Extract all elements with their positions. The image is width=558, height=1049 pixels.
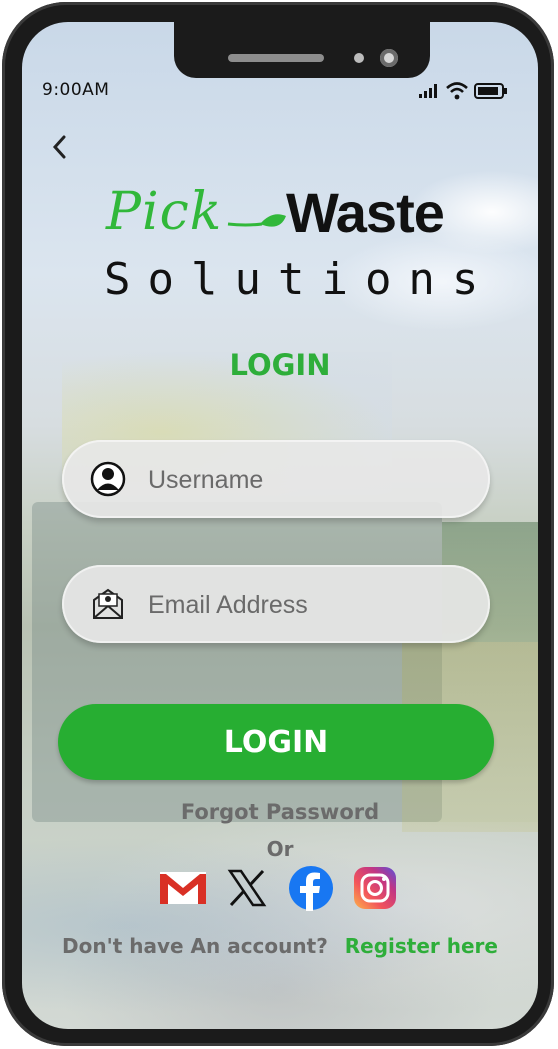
leaf-icon xyxy=(226,212,288,238)
logo-pick: Pick xyxy=(106,182,223,242)
username-field[interactable] xyxy=(62,440,490,518)
login-button[interactable]: LOGIN xyxy=(58,704,494,780)
page-title: LOGIN xyxy=(229,348,331,382)
email-field[interactable] xyxy=(62,565,490,643)
email-input[interactable] xyxy=(146,583,470,627)
notch xyxy=(174,22,430,78)
phone-frame: 9:00AM Pick Waste Solutions LOGIN Userna… xyxy=(2,2,554,1046)
facebook-icon[interactable] xyxy=(286,864,336,912)
mail-icon xyxy=(90,586,126,622)
wifi-icon xyxy=(446,82,468,104)
gmail-icon[interactable] xyxy=(158,864,208,912)
chevron-left-icon xyxy=(52,135,66,159)
battery-icon xyxy=(474,83,508,103)
signal-icon xyxy=(418,83,440,103)
sensor xyxy=(354,53,364,63)
forgot-password-link[interactable]: Forgot Password xyxy=(22,800,538,824)
front-camera xyxy=(380,49,398,67)
logo-solutions: Solutions xyxy=(104,254,496,305)
screen: 9:00AM Pick Waste Solutions LOGIN Userna… xyxy=(22,22,538,1029)
register-row: Don't have An account? Register here xyxy=(22,934,538,958)
username-input[interactable] xyxy=(146,458,470,502)
instagram-icon[interactable] xyxy=(350,864,400,912)
app-logo: Pick Waste Solutions xyxy=(102,181,478,312)
speaker xyxy=(228,54,324,62)
no-account-text: Don't have An account? xyxy=(62,934,328,958)
status-time: 9:00AM xyxy=(42,80,110,100)
back-button[interactable] xyxy=(44,132,74,162)
user-icon xyxy=(90,461,126,497)
or-separator: Or xyxy=(266,837,294,861)
x-icon[interactable] xyxy=(222,864,272,912)
status-icons xyxy=(418,82,508,104)
logo-waste: Waste xyxy=(286,181,445,244)
social-login-row xyxy=(158,864,414,912)
register-link[interactable]: Register here xyxy=(345,934,498,958)
